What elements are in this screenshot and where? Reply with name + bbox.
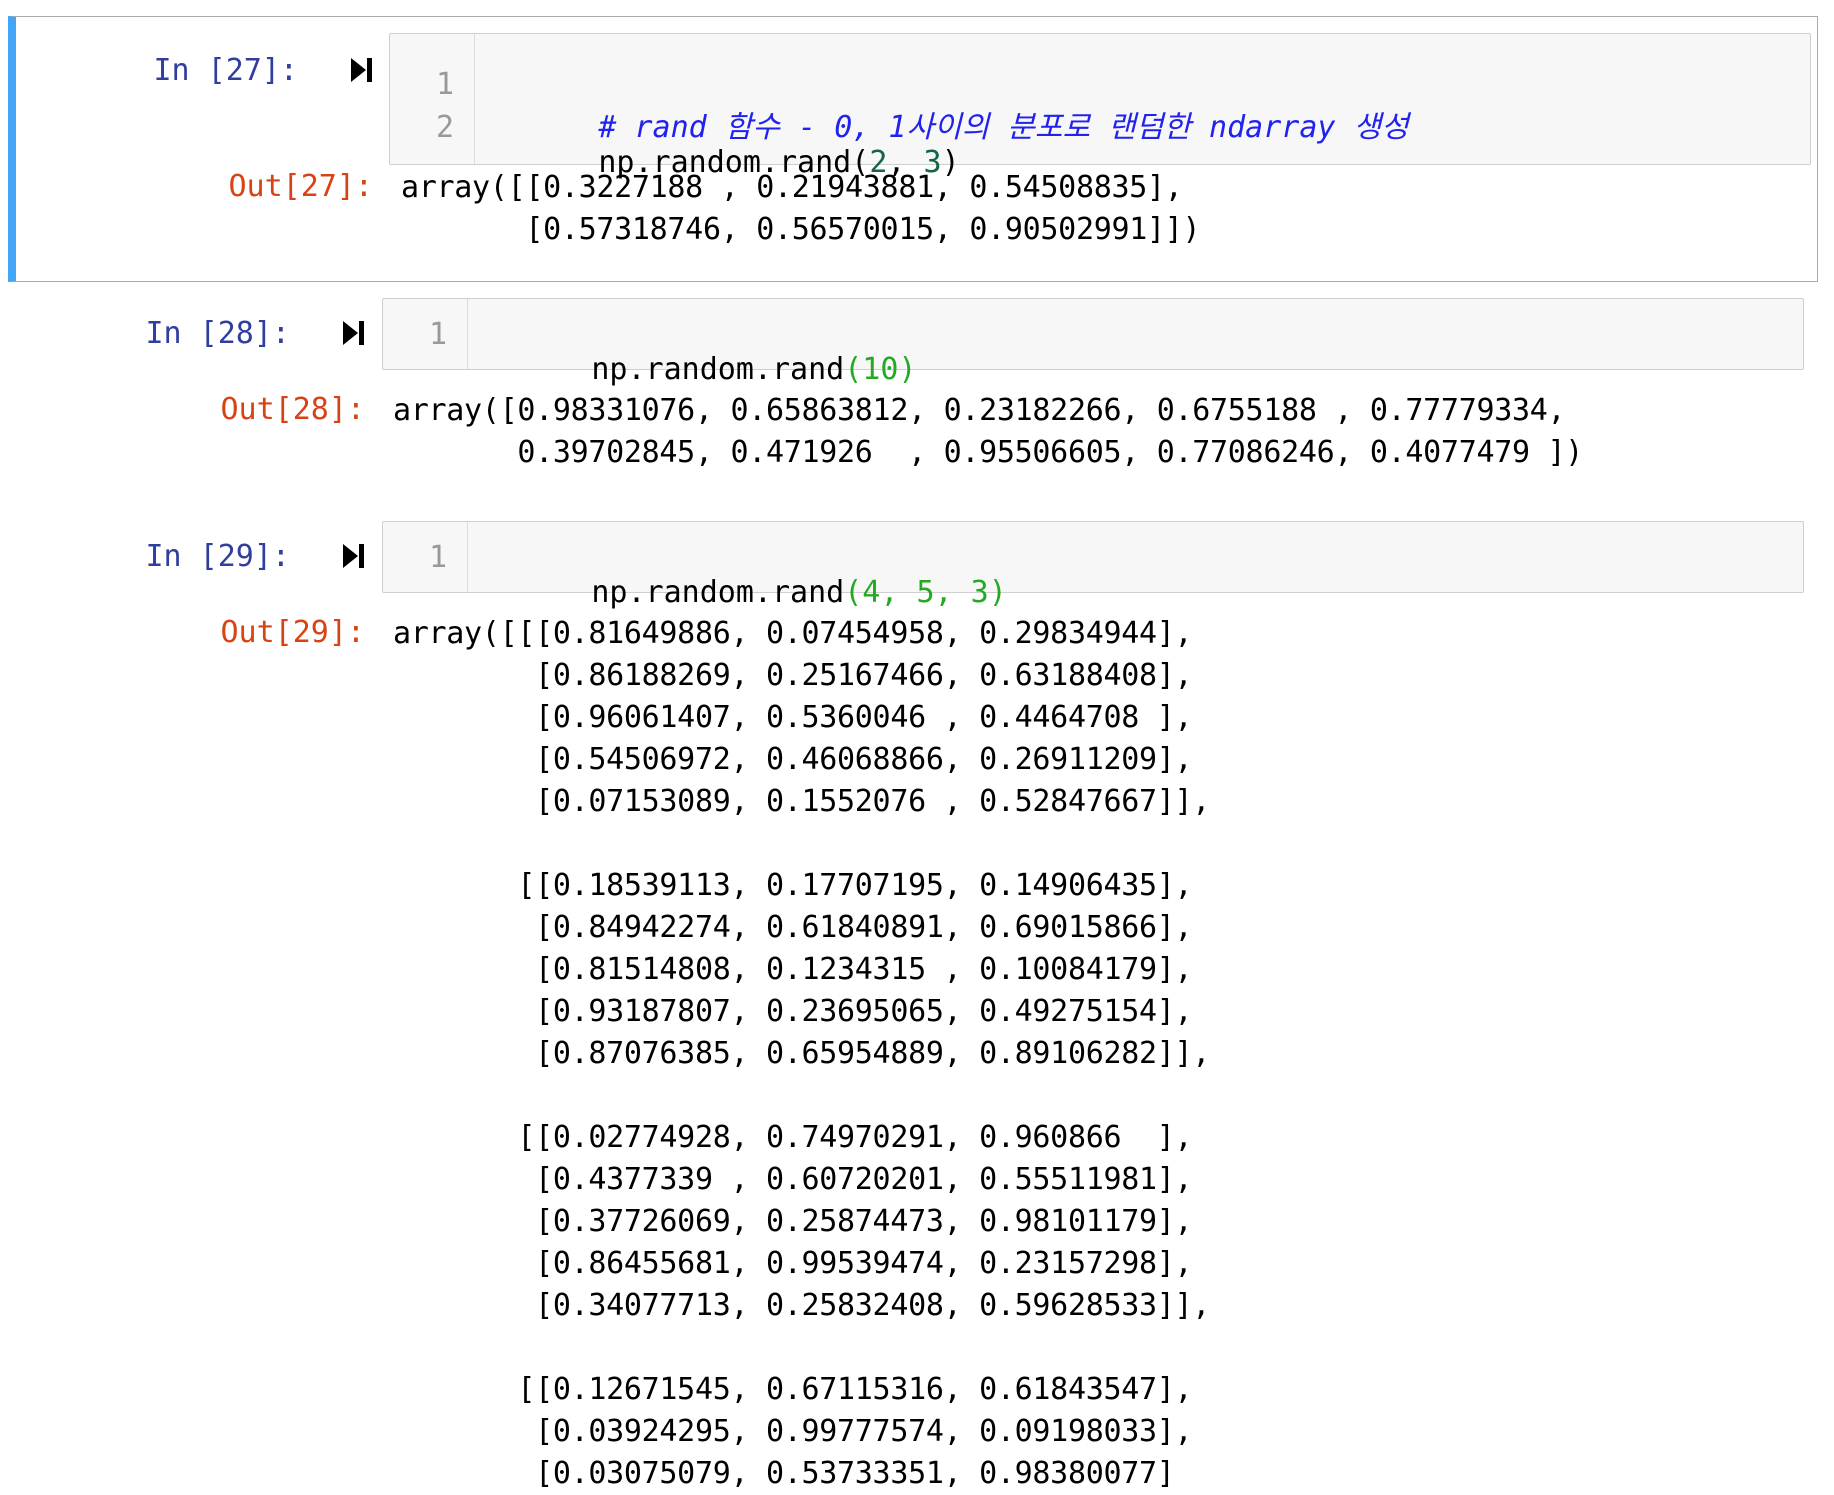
code-editor[interactable]: 1 np.random.rand(10) (382, 298, 1804, 387)
code-editor[interactable]: 1 np.random.rand(4, 5, 3) (382, 521, 1804, 610)
line-number: 1 (428, 317, 447, 352)
line-number: 1 (428, 540, 447, 575)
code-arguments: (10) (844, 352, 917, 387)
run-cell-icon[interactable] (341, 318, 367, 348)
line-number: 2 (435, 110, 454, 145)
code-text: np.random.rand (591, 575, 845, 610)
code-text: np.random.rand (591, 352, 845, 387)
notebook-cell-29[interactable]: In [29]: 1 np.random.rand(4, 5, 3) Out[2… (0, 505, 1834, 1491)
cell-output: array([[0.3227188 , 0.21943881, 0.545088… (401, 170, 1201, 247)
in-prompt: In [29]: (145, 539, 291, 574)
notebook-cell-28[interactable]: In [28]: 1 np.random.rand(10) Out[28]: a… (0, 282, 1834, 502)
notebook-cell-27[interactable]: In [27]: 1 2 # rand 함수 - 0, 1사이의 분포로 랜덤한… (8, 16, 1818, 282)
in-prompt: In [27]: (153, 53, 299, 88)
cell-output: array([[[0.81649886, 0.07454958, 0.29834… (393, 616, 1211, 1491)
run-cell-icon[interactable] (341, 541, 367, 571)
out-prompt: Out[29]: (220, 615, 366, 650)
out-prompt: Out[28]: (220, 392, 366, 427)
code-arguments: (4, 5, 3) (844, 575, 1007, 610)
run-cell-icon[interactable] (349, 55, 375, 85)
cell-output: array([0.98331076, 0.65863812, 0.2318226… (393, 393, 1584, 470)
out-prompt: Out[27]: (228, 169, 374, 204)
code-editor[interactable]: 1 2 # rand 함수 - 0, 1사이의 분포로 랜덤한 ndarray … (389, 33, 1811, 180)
line-number: 1 (435, 67, 454, 102)
in-prompt: In [28]: (145, 316, 291, 351)
